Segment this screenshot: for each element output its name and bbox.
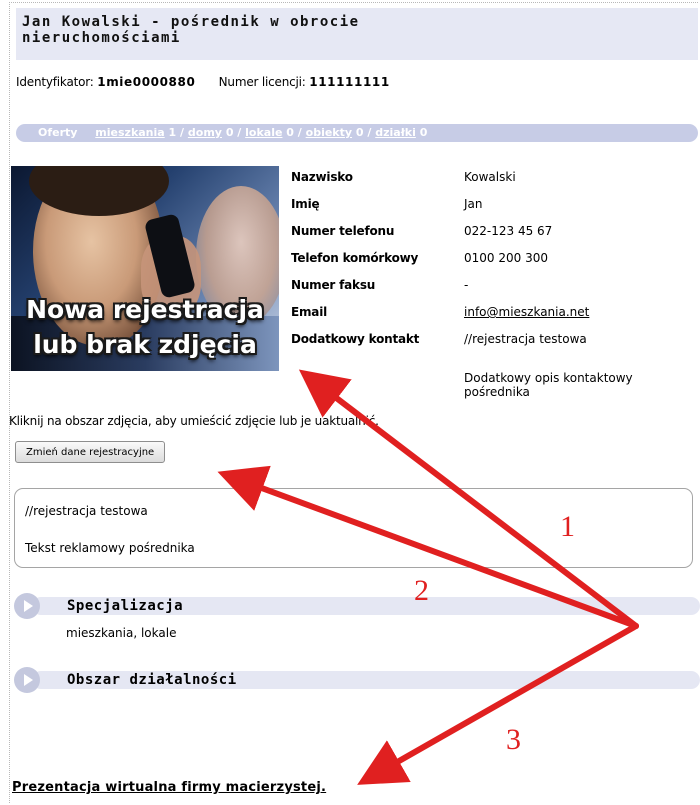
annotation-number-3: 3 bbox=[506, 723, 521, 756]
annotation-number-1: 1 bbox=[560, 510, 575, 543]
annotation-arrow-2 bbox=[217, 465, 639, 629]
annotation-arrow-1 bbox=[298, 369, 639, 629]
annotation-overlay: 1 2 3 bbox=[217, 369, 639, 785]
annotation-number-2: 2 bbox=[414, 574, 429, 607]
